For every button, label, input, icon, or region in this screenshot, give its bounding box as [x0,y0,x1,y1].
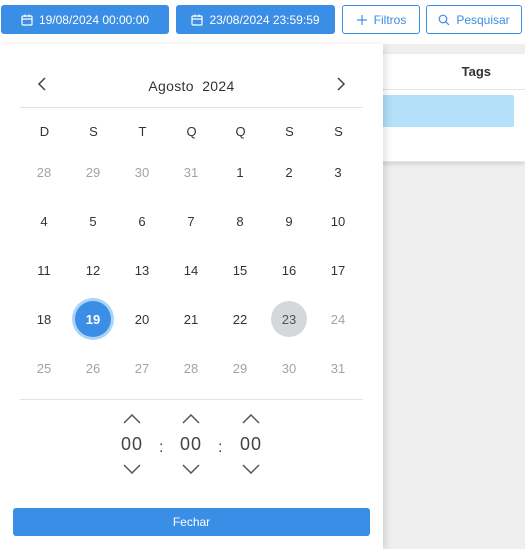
date-picker-popup: Agosto 2024 D S T Q Q S S 28 29 30 31 1 2 3 4 5 6 7 8 9 10 11… [0,44,383,549]
divider [20,107,363,108]
chevron-up-icon [123,414,141,424]
calendar-day[interactable]: 3 [320,154,356,190]
search-label: Pesquisar [456,12,510,27]
chevron-right-icon [336,76,346,96]
table-header: Tags [375,54,525,90]
plus-icon [356,14,368,26]
time-picker: 00 : 00 : 00 [0,409,383,479]
calendar-day[interactable]: 17 [320,252,356,288]
next-month-button[interactable] [331,74,351,98]
table-row[interactable] [375,95,514,127]
selected-day[interactable]: 19 [75,301,111,337]
hours-value[interactable]: 00 [112,434,152,455]
divider [20,399,363,400]
search-icon [438,14,450,26]
chevron-up-icon [242,414,260,424]
calendar-day[interactable]: 4 [26,203,62,239]
calendar-day[interactable]: 5 [75,203,111,239]
calendar-day[interactable]: 24 [320,301,356,337]
calendar-day[interactable]: 29 [222,350,258,386]
calendar-day[interactable]: 28 [173,350,209,386]
calendar-day[interactable]: 29 [75,154,111,190]
close-button[interactable]: Fechar [13,508,370,536]
calendar-day[interactable]: 31 [320,350,356,386]
month-year-label: Agosto 2024 [20,78,363,94]
hours-spinner: 00 [112,409,152,479]
hours-decrement-button[interactable] [120,462,144,476]
calendar-day[interactable]: 31 [173,154,209,190]
minutes-value[interactable]: 00 [171,434,211,455]
weekday-header: S [89,124,98,139]
filters-label: Filtros [373,12,407,27]
divider [375,161,525,162]
filters-button[interactable]: Filtros [342,5,420,34]
chevron-down-icon [123,464,141,474]
calendar-header: Agosto 2024 [20,72,363,100]
calendar-day[interactable]: 28 [26,154,62,190]
weekday-header: S [334,124,343,139]
column-header-tags[interactable]: Tags [462,64,491,79]
calendar-day[interactable]: 20 [124,301,160,337]
results-table: Tags [375,54,525,162]
calendar-day[interactable]: 25 [26,350,62,386]
start-date-label: 19/08/2024 00:00:00 [38,12,150,27]
calendar-day[interactable]: 2 [271,154,307,190]
seconds-spinner: 00 [231,409,271,479]
seconds-increment-button[interactable] [239,412,263,426]
weekday-header: S [285,124,294,139]
calendar-day[interactable]: 16 [271,252,307,288]
start-date-button[interactable]: 19/08/2024 00:00:00 [1,5,169,34]
calendar-day[interactable]: 21 [173,301,209,337]
month-label: Agosto [148,78,194,94]
time-separator: : [159,439,164,456]
calendar-day[interactable]: 30 [271,350,307,386]
calendar-day[interactable]: 9 [271,203,307,239]
chevron-up-icon [182,414,200,424]
minutes-spinner: 00 [171,409,211,479]
calendar-day[interactable]: 30 [124,154,160,190]
calendar-day[interactable]: 18 [26,301,62,337]
calendar-day[interactable]: 13 [124,252,160,288]
seconds-decrement-button[interactable] [239,462,263,476]
calendar-day[interactable]: 14 [173,252,209,288]
weekday-header: T [138,124,147,139]
chevron-down-icon [242,464,260,474]
year-label: 2024 [202,78,235,94]
calendar-day[interactable]: 8 [222,203,258,239]
search-button[interactable]: Pesquisar [426,5,522,34]
calendar-day[interactable]: 1 [222,154,258,190]
calendar-day[interactable]: 11 [26,252,62,288]
calendar-icon [191,14,204,26]
calendar-day[interactable]: 26 [75,350,111,386]
calendar-day[interactable]: 10 [320,203,356,239]
calendar-day[interactable]: 27 [124,350,160,386]
calendar-day[interactable]: 15 [222,252,258,288]
calendar-day[interactable]: 12 [75,252,111,288]
chevron-down-icon [182,464,200,474]
calendar-day[interactable]: 6 [124,203,160,239]
weekday-header: D [39,124,50,139]
range-end-day[interactable]: 23 [271,301,307,337]
minutes-decrement-button[interactable] [179,462,203,476]
calendar-day[interactable]: 22 [222,301,258,337]
calendar-icon [21,14,33,26]
end-date-label: 23/08/2024 23:59:59 [209,12,320,27]
hours-increment-button[interactable] [120,412,144,426]
weekday-header: Q [186,124,197,139]
weekday-header: Q [235,124,246,139]
calendar-day[interactable]: 7 [173,203,209,239]
minutes-increment-button[interactable] [179,412,203,426]
end-date-button[interactable]: 23/08/2024 23:59:59 [176,5,335,34]
time-separator: : [218,439,223,456]
seconds-value[interactable]: 00 [231,434,271,455]
